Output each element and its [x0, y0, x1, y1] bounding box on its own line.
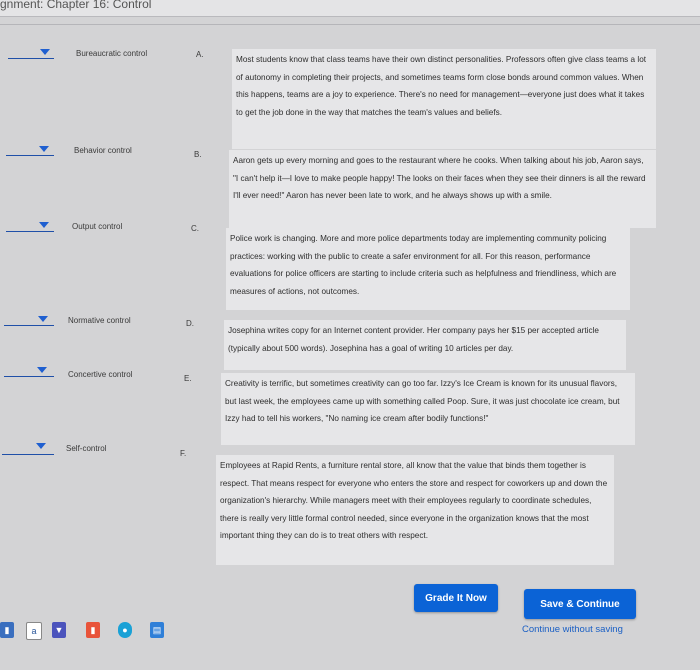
term-label: Output control	[72, 222, 123, 231]
answer-dropdown-line[interactable]	[4, 325, 54, 326]
office-icon[interactable]: ▮	[86, 622, 100, 638]
option-letter: B.	[194, 150, 202, 159]
answer-dropdown-line[interactable]	[4, 376, 54, 377]
assignment-header: gnment: Chapter 16: Control	[0, 0, 700, 17]
chevron-down-icon[interactable]	[36, 443, 46, 449]
option-description: Creativity is terrific, but sometimes cr…	[221, 373, 635, 445]
option-letter: F.	[180, 449, 187, 458]
chevron-down-icon[interactable]	[39, 222, 49, 228]
option-description: Most students know that class teams have…	[232, 49, 656, 149]
page-title: gnment: Chapter 16: Control	[0, 0, 152, 11]
option-letter: E.	[184, 374, 192, 383]
save-and-continue-button[interactable]: Save & Continue	[524, 589, 636, 619]
answer-dropdown-line[interactable]	[6, 155, 54, 156]
option-description: Police work is changing. More and more p…	[226, 228, 630, 310]
option-description: Josephina writes copy for an Internet co…	[224, 320, 626, 370]
continue-without-saving-link[interactable]: Continue without saving	[522, 624, 623, 635]
grade-it-now-button[interactable]: Grade It Now	[414, 584, 498, 612]
option-letter: C.	[191, 224, 199, 233]
option-letter: D.	[186, 319, 194, 328]
edge-icon[interactable]: ●	[118, 622, 132, 638]
term-label: Normative control	[68, 316, 131, 325]
image-viewer-icon[interactable]: ▤	[150, 622, 164, 638]
chevron-down-icon[interactable]	[39, 146, 49, 152]
chevron-down-icon[interactable]	[37, 367, 47, 373]
term-label: Self-control	[66, 444, 107, 453]
teams-icon[interactable]: ▼	[52, 622, 66, 638]
term-label: Concertive control	[68, 370, 133, 379]
answer-dropdown-line[interactable]	[8, 58, 54, 59]
term-label: Behavior control	[74, 146, 132, 155]
answer-dropdown-line[interactable]	[2, 454, 54, 455]
option-letter: A.	[196, 50, 204, 59]
word-icon[interactable]: a	[26, 622, 42, 640]
chevron-down-icon[interactable]	[40, 49, 50, 55]
header-divider	[0, 24, 700, 25]
taskbar: ▮ a ▼ ▮ ● ▤	[0, 622, 175, 642]
answer-dropdown-line[interactable]	[6, 231, 54, 232]
option-description: Employees at Rapid Rents, a furniture re…	[216, 455, 614, 565]
file-icon[interactable]: ▮	[0, 622, 14, 638]
term-label: Bureaucratic control	[76, 49, 148, 58]
chevron-down-icon[interactable]	[38, 316, 48, 322]
option-description: Aaron gets up every morning and goes to …	[229, 150, 656, 228]
